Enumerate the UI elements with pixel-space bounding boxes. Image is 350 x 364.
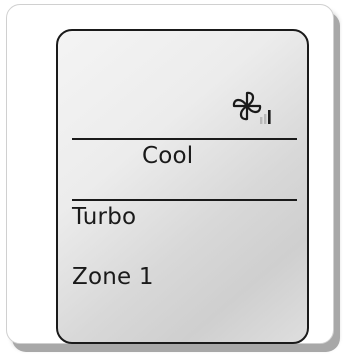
mode-label: Cool	[142, 143, 194, 169]
divider-middle	[72, 199, 297, 201]
zone-label: Zone 1	[72, 264, 154, 290]
fan-speed-bars-icon	[260, 110, 271, 124]
fan-status	[228, 87, 298, 127]
turbo-label: Turbo	[72, 204, 137, 230]
fan-icon	[232, 91, 271, 124]
lcd-screen: Cool Turbo Zone 1	[56, 29, 309, 344]
thermostat-device: Cool Turbo Zone 1	[6, 4, 334, 344]
divider-top	[72, 138, 297, 140]
